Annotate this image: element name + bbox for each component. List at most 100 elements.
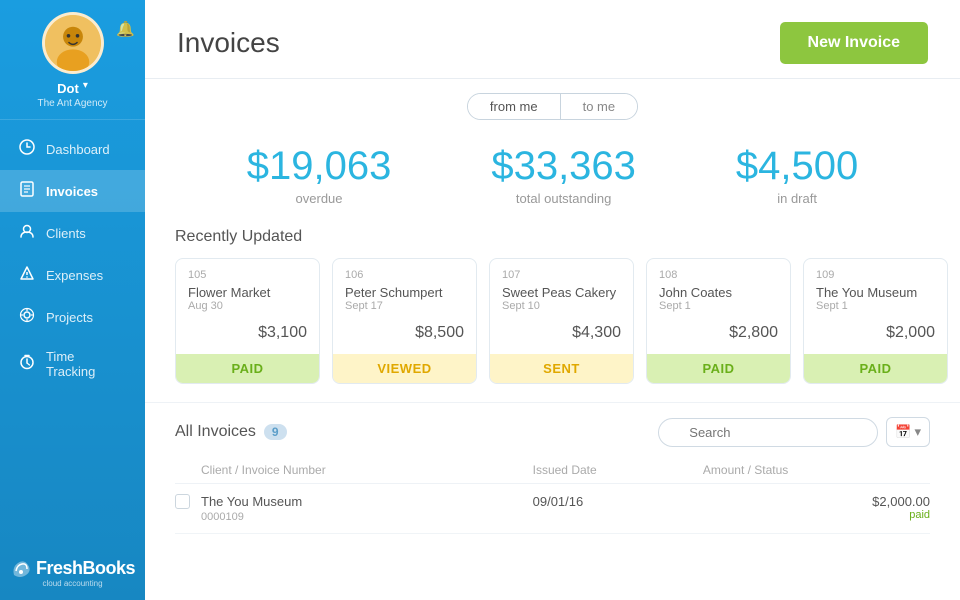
recently-updated-title: Recently Updated [145,220,960,258]
invoice-cards-row: 105 Flower Market Aug 30 $3,100 PAID 106… [145,258,960,402]
stat-overdue-label: overdue [247,191,392,206]
card-date-109: Sept 1 [816,300,935,312]
sidebar-item-invoices[interactable]: Invoices [0,170,145,212]
invoice-card-108[interactable]: 108 John Coates Sept 1 $2,800 PAID [646,258,791,384]
th-client: Client / Invoice Number [201,457,533,484]
sidebar-logo: FreshBooks cloud accounting [10,545,135,600]
card-status-105: PAID [176,354,319,383]
freshbooks-logo-icon [10,557,32,579]
card-amount-108: $2,800 [659,324,778,342]
calendar-filter-button[interactable]: 📅 ▾ [886,417,930,447]
user-name: Dot [57,81,79,96]
card-number-106: 106 [345,269,464,281]
main-header: Invoices New Invoice [145,0,960,79]
stat-outstanding: $33,363 total outstanding [491,144,636,206]
stat-outstanding-amount: $33,363 [491,144,636,189]
sidebar-item-dashboard[interactable]: Dashboard [0,128,145,170]
sidebar: 🔔 Dot ▾ The Ant Agency [0,0,145,600]
card-date-107: Sept 10 [502,300,621,312]
search-wrapper: 🔍 [658,418,878,447]
th-amount: Amount / Status [703,457,930,484]
card-status-107: SENT [490,354,633,383]
table-row: The You Museum 0000109 09/01/16 $2,000.0… [175,484,930,534]
card-amount-105: $3,100 [188,324,307,342]
th-checkbox [175,457,201,484]
sidebar-item-label-expenses: Expenses [46,268,103,283]
card-date-106: Sept 17 [345,300,464,312]
card-number-107: 107 [502,269,621,281]
invoices-icon [18,181,36,201]
invoice-count-badge: 9 [264,424,287,440]
tab-from-me[interactable]: from me [468,94,560,119]
sidebar-item-expenses[interactable]: Expenses [0,254,145,296]
main-content: Invoices New Invoice from me to me $19,0… [145,0,960,600]
all-invoices-title-group: All Invoices 9 [175,423,287,441]
calendar-chevron-icon: ▾ [914,424,921,440]
row-status: paid [703,509,930,521]
card-client-105: Flower Market [188,285,307,300]
user-info-row[interactable]: Dot ▾ [57,74,88,96]
invoice-direction-toggle: from me to me [467,93,638,120]
invoice-card-105[interactable]: 105 Flower Market Aug 30 $3,100 PAID [175,258,320,384]
invoice-card-107[interactable]: 107 Sweet Peas Cakery Sept 10 $4,300 SEN… [489,258,634,384]
avatar[interactable] [42,12,104,74]
stat-draft-amount: $4,500 [736,144,858,189]
sidebar-user-section: 🔔 Dot ▾ The Ant Agency [0,0,145,120]
card-status-108: PAID [647,354,790,383]
invoice-card-109[interactable]: 109 The You Museum Sept 1 $2,000 PAID [803,258,948,384]
all-invoices-section: All Invoices 9 🔍 📅 ▾ Client / Invoice Nu… [145,402,960,534]
new-invoice-button[interactable]: New Invoice [780,22,928,64]
row-checkbox-cell [175,484,201,534]
card-amount-109: $2,000 [816,324,935,342]
card-status-109: PAID [804,354,947,383]
stat-draft-label: in draft [736,191,858,206]
tab-to-me[interactable]: to me [561,94,638,119]
row-issued-date: 09/01/16 [533,484,703,534]
sidebar-item-label-time-tracking: Time Tracking [46,349,127,379]
sidebar-item-label-clients: Clients [46,226,86,241]
all-invoices-label: All Invoices [175,423,256,441]
sidebar-item-label-projects: Projects [46,310,93,325]
sidebar-nav: Dashboard Invoices Clients Expenses Proj… [0,128,145,545]
stat-draft: $4,500 in draft [736,144,858,206]
invoice-card-106[interactable]: 106 Peter Schumpert Sept 17 $8,500 VIEWE… [332,258,477,384]
stats-section: $19,063 overdue $33,363 total outstandin… [145,126,960,220]
sidebar-item-clients[interactable]: Clients [0,212,145,254]
row-client-name: The You Museum [201,494,533,509]
logo-sub: cloud accounting [42,579,102,588]
row-client-cell: The You Museum 0000109 [201,484,533,534]
invoice-table: Client / Invoice Number Issued Date Amou… [175,457,930,534]
card-date-105: Aug 30 [188,300,307,312]
card-number-105: 105 [188,269,307,281]
user-agency: The Ant Agency [37,98,107,109]
search-row: 🔍 📅 ▾ [658,417,930,447]
stat-overdue: $19,063 overdue [247,144,392,206]
row-invoice-number: 0000109 [201,511,533,523]
projects-icon [18,307,36,327]
stat-outstanding-label: total outstanding [491,191,636,206]
avatar-image [45,12,101,74]
bell-icon[interactable]: 🔔 [116,20,135,38]
sidebar-item-label-invoices: Invoices [46,184,98,199]
dashboard-icon [18,139,36,159]
clients-icon [18,223,36,243]
card-client-108: John Coates [659,285,778,300]
tab-section: from me to me [145,79,960,126]
card-number-108: 108 [659,269,778,281]
card-client-109: The You Museum [816,285,935,300]
sidebar-item-time-tracking[interactable]: Time Tracking [0,338,145,390]
stat-overdue-amount: $19,063 [247,144,392,189]
row-checkbox[interactable] [175,494,190,509]
user-chevron-icon[interactable]: ▾ [83,80,88,91]
search-input[interactable] [658,418,878,447]
all-invoices-header: All Invoices 9 🔍 📅 ▾ [175,403,930,457]
card-date-108: Sept 1 [659,300,778,312]
card-status-106: VIEWED [333,354,476,383]
expenses-icon [18,265,36,285]
row-amount-cell: $2,000.00 paid [703,484,930,534]
calendar-icon: 📅 [895,424,911,440]
sidebar-item-projects[interactable]: Projects [0,296,145,338]
time-tracking-icon [18,354,36,374]
card-number-109: 109 [816,269,935,281]
logo-text: FreshBooks [36,558,135,579]
